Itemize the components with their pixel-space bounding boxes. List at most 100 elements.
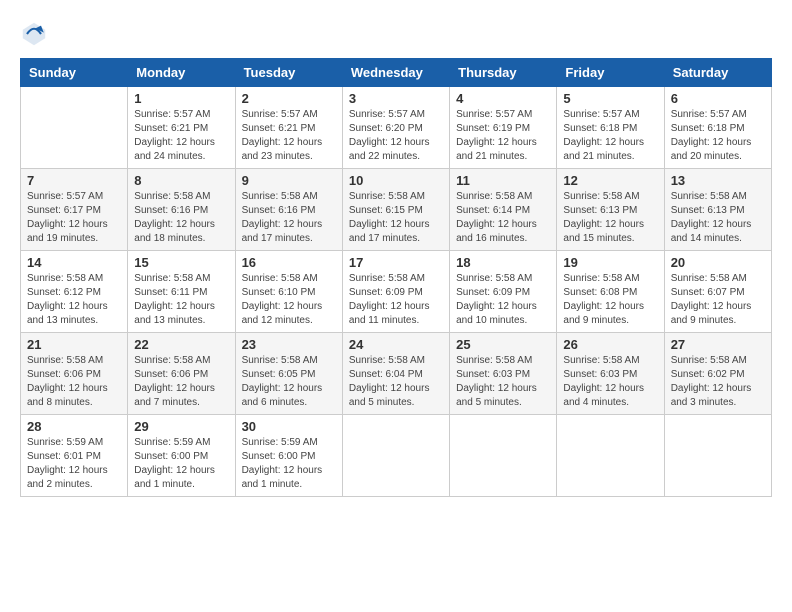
day-info: Sunrise: 5:58 AM Sunset: 6:08 PM Dayligh… [563,272,657,328]
day-info: Sunrise: 5:57 AM Sunset: 6:20 PM Dayligh… [349,108,443,164]
day-info: Sunrise: 5:58 AM Sunset: 6:12 PM Dayligh… [27,272,121,328]
day-info: Sunrise: 5:58 AM Sunset: 6:04 PM Dayligh… [349,354,443,410]
day-number: 10 [349,173,443,188]
day-info: Sunrise: 5:58 AM Sunset: 6:03 PM Dayligh… [563,354,657,410]
day-info: Sunrise: 5:58 AM Sunset: 6:05 PM Dayligh… [242,354,336,410]
calendar-cell [664,415,771,497]
day-number: 8 [134,173,228,188]
day-number: 25 [456,337,550,352]
calendar-week-row: 21 Sunrise: 5:58 AM Sunset: 6:06 PM Dayli… [21,333,772,415]
calendar-cell: 29 Sunrise: 5:59 AM Sunset: 6:00 PM Dayli… [128,415,235,497]
header-saturday: Saturday [664,59,771,87]
day-info: Sunrise: 5:58 AM Sunset: 6:06 PM Dayligh… [27,354,121,410]
calendar-cell: 6 Sunrise: 5:57 AM Sunset: 6:18 PM Daylig… [664,87,771,169]
day-info: Sunrise: 5:57 AM Sunset: 6:17 PM Dayligh… [27,190,121,246]
day-info: Sunrise: 5:58 AM Sunset: 6:06 PM Dayligh… [134,354,228,410]
calendar-cell [450,415,557,497]
calendar-cell: 11 Sunrise: 5:58 AM Sunset: 6:14 PM Dayli… [450,169,557,251]
calendar-cell: 9 Sunrise: 5:58 AM Sunset: 6:16 PM Daylig… [235,169,342,251]
day-info: Sunrise: 5:58 AM Sunset: 6:13 PM Dayligh… [563,190,657,246]
day-number: 6 [671,91,765,106]
calendar-cell: 8 Sunrise: 5:58 AM Sunset: 6:16 PM Daylig… [128,169,235,251]
calendar-cell: 12 Sunrise: 5:58 AM Sunset: 6:13 PM Dayli… [557,169,664,251]
calendar-header-row: SundayMondayTuesdayWednesdayThursdayFrid… [21,59,772,87]
day-info: Sunrise: 5:57 AM Sunset: 6:21 PM Dayligh… [242,108,336,164]
day-info: Sunrise: 5:59 AM Sunset: 6:00 PM Dayligh… [134,436,228,492]
day-number: 22 [134,337,228,352]
calendar-cell: 7 Sunrise: 5:57 AM Sunset: 6:17 PM Daylig… [21,169,128,251]
day-info: Sunrise: 5:58 AM Sunset: 6:02 PM Dayligh… [671,354,765,410]
day-info: Sunrise: 5:59 AM Sunset: 6:00 PM Dayligh… [242,436,336,492]
calendar-cell: 20Sunrise: 5:58 AM Sunset: 6:07 PM Dayli… [664,251,771,333]
calendar-cell: 25Sunrise: 5:58 AM Sunset: 6:03 PM Dayli… [450,333,557,415]
day-info: Sunrise: 5:58 AM Sunset: 6:09 PM Dayligh… [349,272,443,328]
day-number: 18 [456,255,550,270]
day-number: 23 [242,337,336,352]
calendar-cell: 14 Sunrise: 5:58 AM Sunset: 6:12 PM Dayli… [21,251,128,333]
day-number: 3 [349,91,443,106]
day-number: 26 [563,337,657,352]
day-info: Sunrise: 5:58 AM Sunset: 6:10 PM Dayligh… [242,272,336,328]
day-number: 12 [563,173,657,188]
calendar-cell: 30 Sunrise: 5:59 AM Sunset: 6:00 PM Dayli… [235,415,342,497]
calendar-cell: 2 Sunrise: 5:57 AM Sunset: 6:21 PM Daylig… [235,87,342,169]
day-number: 14 [27,255,121,270]
day-number: 17 [349,255,443,270]
day-number: 5 [563,91,657,106]
day-info: Sunrise: 5:58 AM Sunset: 6:11 PM Dayligh… [134,272,228,328]
day-number: 15 [134,255,228,270]
calendar-week-row: 14 Sunrise: 5:58 AM Sunset: 6:12 PM Dayli… [21,251,772,333]
day-number: 1 [134,91,228,106]
day-number: 16 [242,255,336,270]
calendar-cell: 10 Sunrise: 5:58 AM Sunset: 6:15 PM Dayli… [342,169,449,251]
calendar-cell: 15 Sunrise: 5:58 AM Sunset: 6:11 PM Dayli… [128,251,235,333]
day-info: Sunrise: 5:57 AM Sunset: 6:18 PM Dayligh… [671,108,765,164]
calendar-week-row: 7 Sunrise: 5:57 AM Sunset: 6:17 PM Daylig… [21,169,772,251]
day-info: Sunrise: 5:58 AM Sunset: 6:16 PM Dayligh… [134,190,228,246]
calendar-cell: 21 Sunrise: 5:58 AM Sunset: 6:06 PM Dayli… [21,333,128,415]
calendar-cell: 4 Sunrise: 5:57 AM Sunset: 6:19 PM Daylig… [450,87,557,169]
calendar-cell: 16 Sunrise: 5:58 AM Sunset: 6:10 PM Dayli… [235,251,342,333]
day-number: 4 [456,91,550,106]
calendar-week-row: 28 Sunrise: 5:59 AM Sunset: 6:01 PM Dayli… [21,415,772,497]
day-info: Sunrise: 5:58 AM Sunset: 6:13 PM Dayligh… [671,190,765,246]
day-number: 11 [456,173,550,188]
calendar-cell [21,87,128,169]
header-wednesday: Wednesday [342,59,449,87]
day-info: Sunrise: 5:58 AM Sunset: 6:14 PM Dayligh… [456,190,550,246]
logo [20,20,52,48]
calendar-cell: 3 Sunrise: 5:57 AM Sunset: 6:20 PM Daylig… [342,87,449,169]
calendar-cell [342,415,449,497]
day-info: Sunrise: 5:57 AM Sunset: 6:19 PM Dayligh… [456,108,550,164]
day-number: 30 [242,419,336,434]
day-info: Sunrise: 5:59 AM Sunset: 6:01 PM Dayligh… [27,436,121,492]
day-info: Sunrise: 5:58 AM Sunset: 6:09 PM Dayligh… [456,272,550,328]
day-info: Sunrise: 5:58 AM Sunset: 6:15 PM Dayligh… [349,190,443,246]
day-number: 29 [134,419,228,434]
calendar-cell: 28 Sunrise: 5:59 AM Sunset: 6:01 PM Dayli… [21,415,128,497]
day-number: 2 [242,91,336,106]
day-number: 13 [671,173,765,188]
day-number: 28 [27,419,121,434]
calendar-cell: 23 Sunrise: 5:58 AM Sunset: 6:05 PM Dayli… [235,333,342,415]
calendar-cell: 13 Sunrise: 5:58 AM Sunset: 6:13 PM Dayli… [664,169,771,251]
day-info: Sunrise: 5:58 AM Sunset: 6:16 PM Dayligh… [242,190,336,246]
calendar-cell: 24 Sunrise: 5:58 AM Sunset: 6:04 PM Dayli… [342,333,449,415]
calendar-cell: 1 Sunrise: 5:57 AM Sunset: 6:21 PM Daylig… [128,87,235,169]
day-number: 24 [349,337,443,352]
calendar-cell: 18 Sunrise: 5:58 AM Sunset: 6:09 PM Dayli… [450,251,557,333]
day-info: Sunrise: 5:57 AM Sunset: 6:18 PM Dayligh… [563,108,657,164]
day-info: Sunrise: 5:57 AM Sunset: 6:21 PM Dayligh… [134,108,228,164]
header-sunday: Sunday [21,59,128,87]
day-number: 7 [27,173,121,188]
header-thursday: Thursday [450,59,557,87]
day-number: 19 [563,255,657,270]
day-number: 27 [671,337,765,352]
calendar-cell: 19 Sunrise: 5:58 AM Sunset: 6:08 PM Dayli… [557,251,664,333]
day-number: 21 [27,337,121,352]
header-tuesday: Tuesday [235,59,342,87]
day-info: Sunrise: 5:58 AM Sunset: 6:07 PM Dayligh… [671,272,765,328]
day-number: 9 [242,173,336,188]
header-friday: Friday [557,59,664,87]
calendar-table: SundayMondayTuesdayWednesdayThursdayFrid… [20,58,772,497]
